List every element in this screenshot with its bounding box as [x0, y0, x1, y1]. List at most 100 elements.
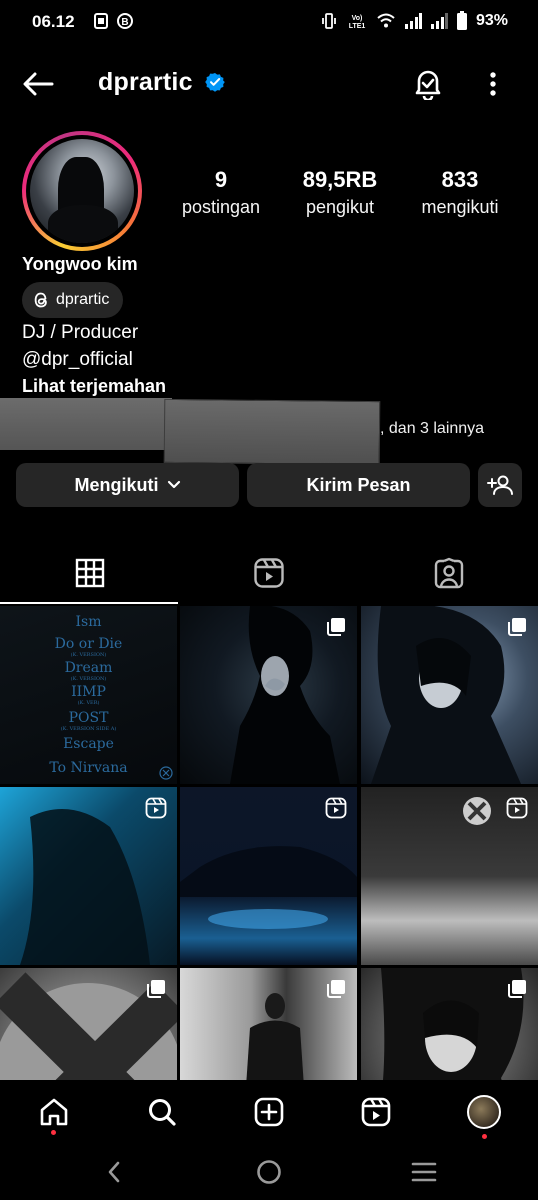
tagged-icon — [434, 557, 463, 589]
signal2-icon — [430, 13, 448, 29]
send-message-label: Kirim Pesan — [306, 474, 411, 495]
grid-icon — [75, 558, 104, 588]
avatar — [30, 139, 134, 243]
chevron-down-icon — [167, 480, 180, 489]
nav-reels[interactable] — [356, 1092, 396, 1132]
grid-post-3[interactable] — [361, 606, 538, 784]
tracklist-item: Ism — [75, 614, 102, 630]
threads-icon — [34, 292, 47, 308]
reels-icon — [253, 558, 284, 588]
tracklist-sub: (K. VERSION) — [70, 652, 107, 658]
following-count[interactable]: 833 mengikuti — [410, 166, 510, 218]
carousel-icon — [327, 618, 345, 636]
grid-post-2[interactable] — [180, 606, 357, 784]
reels-icon — [361, 1097, 391, 1127]
profile-full-name: Yongwoo kim — [22, 254, 138, 274]
logo-mark-icon — [159, 766, 173, 780]
nav-profile[interactable] — [464, 1092, 504, 1139]
grid-post-6[interactable] — [361, 787, 538, 965]
grid-post-4[interactable] — [0, 787, 177, 965]
following-button[interactable]: Mengikuti — [16, 463, 239, 507]
status-left-icons: B — [92, 12, 134, 30]
tracklist-item: Do or Die — [54, 636, 123, 652]
stat-label: pengikut — [305, 197, 375, 217]
following-button-label: Mengikuti — [74, 474, 159, 495]
nav-create[interactable] — [249, 1092, 289, 1132]
nav-search[interactable] — [142, 1092, 182, 1132]
svg-text:Vo): Vo) — [352, 15, 363, 22]
reel-icon — [506, 797, 528, 819]
verified-badge-icon — [205, 73, 225, 92]
grid-post-9[interactable] — [361, 968, 538, 1080]
vibrate-icon — [322, 13, 336, 29]
tracklist-item: To Nirvana — [49, 760, 128, 776]
bottom-navigation — [0, 1080, 538, 1142]
carousel-icon — [508, 618, 526, 636]
see-translation-link[interactable]: Lihat terjemahan — [22, 376, 166, 397]
avatar-frame — [26, 135, 138, 247]
bio-mention-link[interactable]: @dpr_official — [22, 349, 133, 371]
more-vertical-icon — [490, 72, 496, 96]
home-circle-icon — [257, 1160, 281, 1184]
send-message-button[interactable]: Kirim Pesan — [247, 463, 470, 507]
grid-post-8[interactable] — [180, 968, 357, 1080]
threads-handle: dprartic — [56, 291, 110, 308]
suggested-accounts-button[interactable] — [478, 463, 522, 507]
grid-post-7[interactable] — [0, 968, 177, 1080]
system-recents-button[interactable] — [404, 1156, 444, 1188]
carousel-icon — [147, 980, 165, 998]
nav-home[interactable] — [34, 1092, 74, 1135]
notification-dot — [51, 1130, 56, 1135]
system-navigation-bar — [0, 1142, 538, 1200]
sim-icon — [94, 13, 108, 29]
stat-value: 833 — [441, 167, 479, 192]
profile-avatar-story-ring[interactable] — [22, 131, 142, 251]
redaction-block — [163, 398, 381, 466]
stat-value: 89,5RB — [302, 167, 378, 192]
svg-text:LTE1: LTE1 — [349, 23, 366, 30]
notification-bell-icon — [415, 70, 441, 100]
back-arrow-icon — [23, 72, 54, 96]
threads-badge-button[interactable]: dprartic — [22, 282, 124, 318]
status-time: 06.12 — [32, 12, 75, 31]
system-home-button[interactable] — [249, 1156, 289, 1188]
tracklist-sub: (K. VER) — [77, 700, 100, 706]
back-chevron-icon — [108, 1161, 120, 1183]
post-figure-illustration — [246, 993, 304, 1080]
tracklist-sub: (K. VERSION SIDE A) — [60, 726, 117, 732]
recents-icon — [411, 1162, 437, 1182]
reel-icon — [145, 797, 167, 819]
grid-post-5[interactable] — [180, 787, 357, 965]
active-tab-indicator — [0, 602, 178, 604]
back-button[interactable] — [20, 66, 56, 102]
tab-posts-grid[interactable] — [0, 542, 179, 604]
signal-icon — [404, 13, 422, 29]
reel-icon — [325, 797, 347, 819]
grid-post-1[interactable]: Ism Do or Die (K. VERSION) Dream (K. VER… — [0, 606, 177, 784]
profile-avatar — [467, 1095, 501, 1129]
avatar-figure-body — [48, 205, 118, 243]
system-back-button[interactable] — [94, 1156, 134, 1188]
search-icon — [149, 1099, 176, 1126]
more-options-button[interactable] — [478, 66, 508, 102]
tracklist-item: Escape — [63, 736, 114, 752]
followed-by-text[interactable]: , dan 3 lainnya — [380, 420, 484, 438]
add-person-icon — [487, 475, 513, 495]
tab-tagged[interactable] — [359, 542, 538, 604]
status-bar: 06.12 B Vo) LTE1 93% — [0, 0, 538, 44]
redaction-block — [0, 398, 172, 450]
tab-reels[interactable] — [179, 542, 358, 604]
header-username: dprartic — [98, 68, 193, 96]
volte-icon: Vo)LTE1 — [349, 15, 366, 30]
posts-count[interactable]: 9 postingan — [170, 166, 272, 218]
stat-label: mengikuti — [421, 197, 499, 217]
followers-count[interactable]: 89,5RB pengikut — [288, 166, 392, 218]
b-icon: B — [117, 13, 133, 29]
profile-header: dprartic — [0, 56, 538, 112]
wifi-icon — [377, 13, 395, 28]
bio-line: DJ / Producer — [22, 322, 139, 343]
home-icon — [40, 1098, 68, 1126]
tracklist-item: IIMP — [71, 684, 106, 700]
notification-settings-button[interactable] — [410, 66, 446, 102]
create-icon — [254, 1097, 284, 1127]
